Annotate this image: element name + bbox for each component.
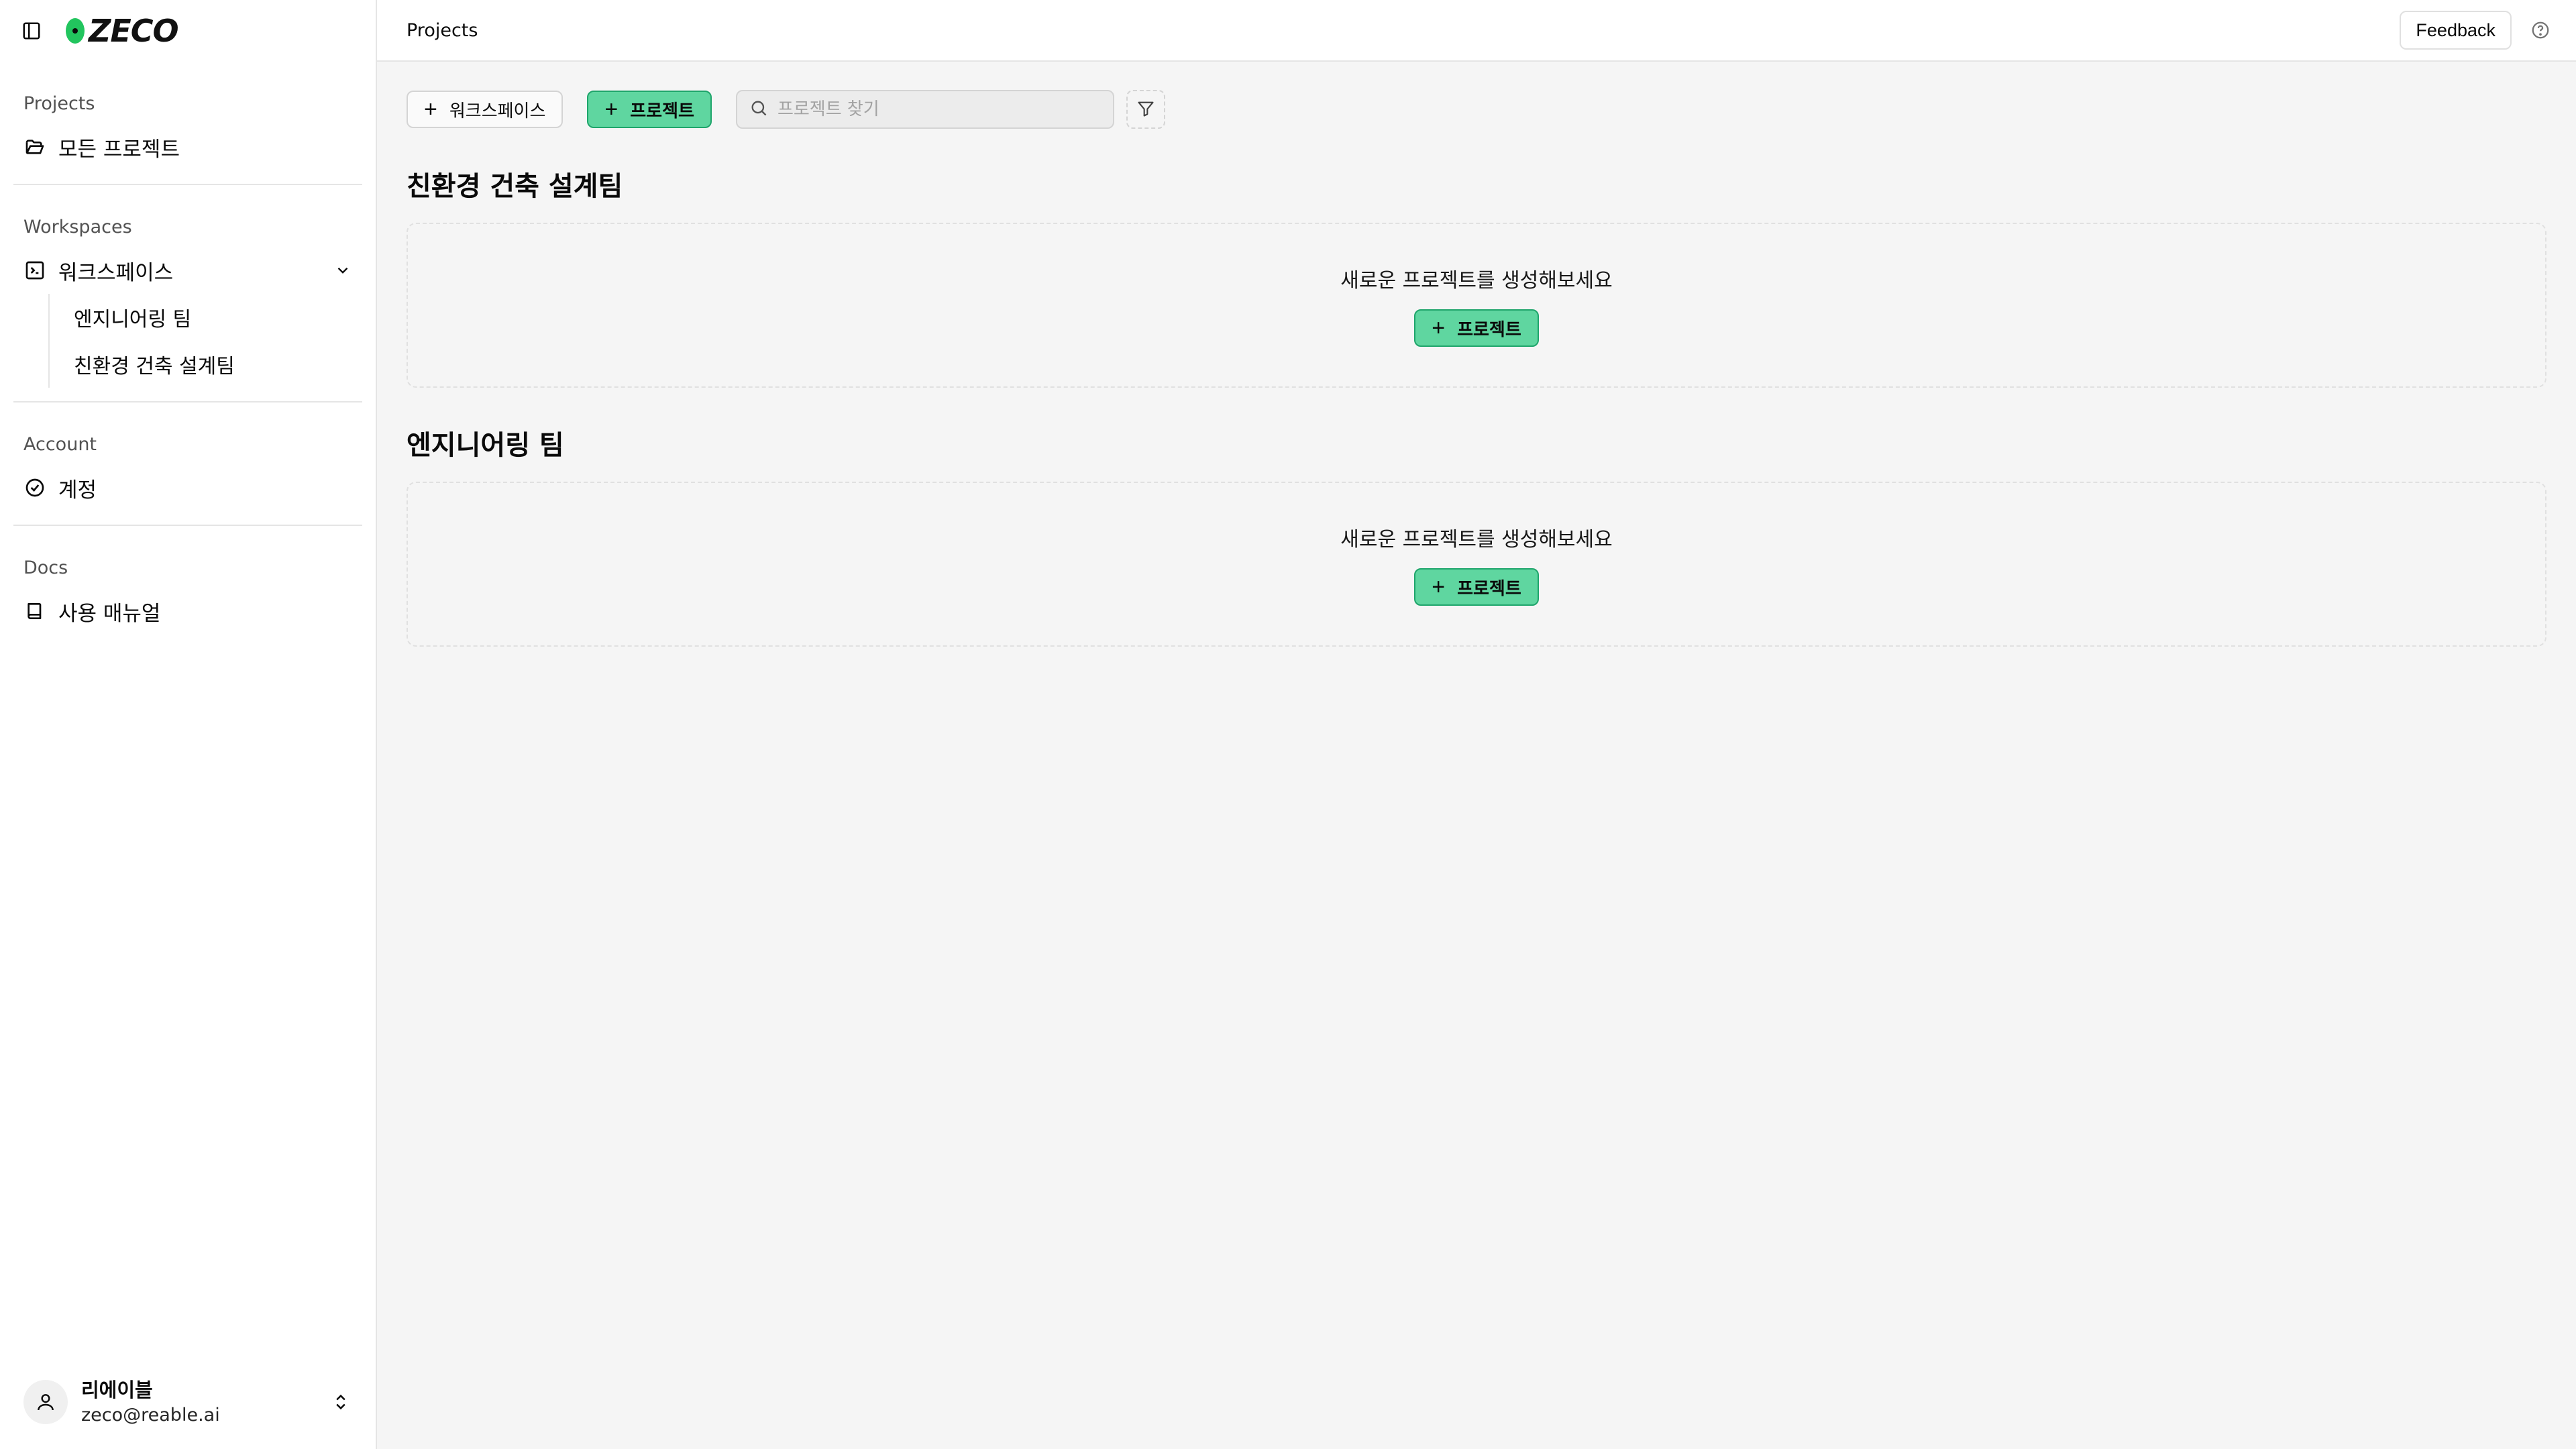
sidebar-item-label: 워크스페이스 <box>58 260 174 285</box>
nav-group-projects: Projects 모든 프로젝트 <box>0 62 376 170</box>
button-label: 워크스페이스 <box>449 100 546 121</box>
plus-icon: + <box>604 97 619 122</box>
book-icon <box>23 600 46 623</box>
button-label: 프로젝트 <box>1457 578 1521 598</box>
workspace-section-title: 엔지니어링 팀 <box>407 430 564 461</box>
workspace-icon <box>23 259 46 282</box>
sidebar-item-account[interactable]: 계정 <box>13 464 362 511</box>
button-label: 프로젝트 <box>1457 319 1521 339</box>
chevron-up-down-icon[interactable] <box>329 1391 352 1413</box>
user-email: zeco@reable.ai <box>81 1405 220 1426</box>
create-project-button[interactable]: + 프로젝트 <box>1414 568 1539 606</box>
sidebar-toggle-icon[interactable] <box>21 21 42 41</box>
sidebar-item-label: 모든 프로젝트 <box>58 137 180 162</box>
check-circle-icon <box>23 476 46 499</box>
nav-group-workspaces: Workspaces 워크스페이스 엔지니어링 팀 친환경 건축 설계팀 <box>0 185 376 388</box>
search-input[interactable] <box>777 99 1099 119</box>
projects-toolbar: + 워크스페이스 + 프로젝트 <box>407 90 2546 129</box>
nav-group-label: Projects <box>23 93 95 114</box>
user-name: 리에이블 <box>81 1379 153 1401</box>
nav-group-label: Workspaces <box>23 216 132 237</box>
main-area: Projects Feedback + 워크스페이스 + 프로젝트 프로젝트 찾… <box>377 0 2576 1449</box>
logo[interactable]: ZECO <box>66 13 179 49</box>
projects-content: + 워크스페이스 + 프로젝트 프로젝트 찾기 친환경 건축 설계팀 새로운 프… <box>377 62 2576 675</box>
workspace-sub-list: 엔지니어링 팀 친환경 건축 설계팀 <box>48 294 362 388</box>
empty-projects-card: 새로운 프로젝트를 생성해보세요 + 프로젝트 <box>407 482 2546 647</box>
workspace-section-title: 친환경 건축 설계팀 <box>407 171 623 202</box>
filter-icon <box>1136 99 1155 120</box>
add-workspace-button[interactable]: + 워크스페이스 <box>407 91 564 128</box>
sidebar-header: ZECO <box>0 0 376 62</box>
sidebar-item-workspace[interactable]: 워크스페이스 <box>13 247 362 294</box>
user-info: 리에이블 zeco@reable.ai <box>81 1377 220 1428</box>
empty-projects-card: 새로운 프로젝트를 생성해보세요 + 프로젝트 <box>407 223 2546 388</box>
logo-text: ZECO <box>89 13 179 49</box>
app-root: ZECO Projects 모든 프로젝트 Workspaces 워크스페이스 <box>0 0 2576 1449</box>
sidebar-item-label: 계정 <box>58 478 97 502</box>
plus-icon: + <box>1432 574 1446 600</box>
folder-open-icon <box>23 136 46 158</box>
chevron-down-icon[interactable] <box>333 261 352 280</box>
topbar: Projects Feedback <box>377 0 2576 62</box>
feedback-button[interactable]: Feedback <box>2400 11 2512 50</box>
empty-state-text: 새로운 프로젝트를 생성해보세요 <box>1340 269 1613 292</box>
sidebar: ZECO Projects 모든 프로젝트 Workspaces 워크스페이스 <box>0 0 377 1449</box>
filter-button[interactable] <box>1126 90 1165 129</box>
empty-state-text: 새로운 프로젝트를 생성해보세요 <box>1340 528 1613 551</box>
avatar <box>23 1380 68 1424</box>
sidebar-item-all-projects[interactable]: 모든 프로젝트 <box>13 123 362 170</box>
plus-icon: + <box>424 97 437 122</box>
plus-icon: + <box>1432 315 1446 341</box>
search-box <box>735 90 1114 129</box>
nav-group-label: Docs <box>23 557 68 578</box>
nav-group-account: Account 계정 <box>0 402 376 511</box>
create-project-button[interactable]: + 프로젝트 <box>1414 309 1539 347</box>
logo-mark-icon <box>66 18 85 44</box>
button-label: 프로젝트 <box>630 100 694 121</box>
nav-group-label: Account <box>23 433 97 455</box>
page-title: Projects <box>407 19 478 41</box>
search-icon <box>749 99 768 120</box>
sidebar-item-manual[interactable]: 사용 매뉴얼 <box>13 588 362 635</box>
sidebar-item-eco-architecture-team[interactable]: 친환경 건축 설계팀 <box>50 341 362 388</box>
add-project-button[interactable]: + 프로젝트 <box>587 91 712 128</box>
sidebar-item-engineering-team[interactable]: 엔지니어링 팀 <box>50 294 362 341</box>
help-icon[interactable] <box>2529 19 2552 42</box>
nav-group-docs: Docs 사용 매뉴얼 <box>0 526 376 635</box>
user-menu[interactable]: 리에이블 zeco@reable.ai <box>13 1368 362 1436</box>
sidebar-item-label: 사용 매뉴얼 <box>58 601 161 626</box>
